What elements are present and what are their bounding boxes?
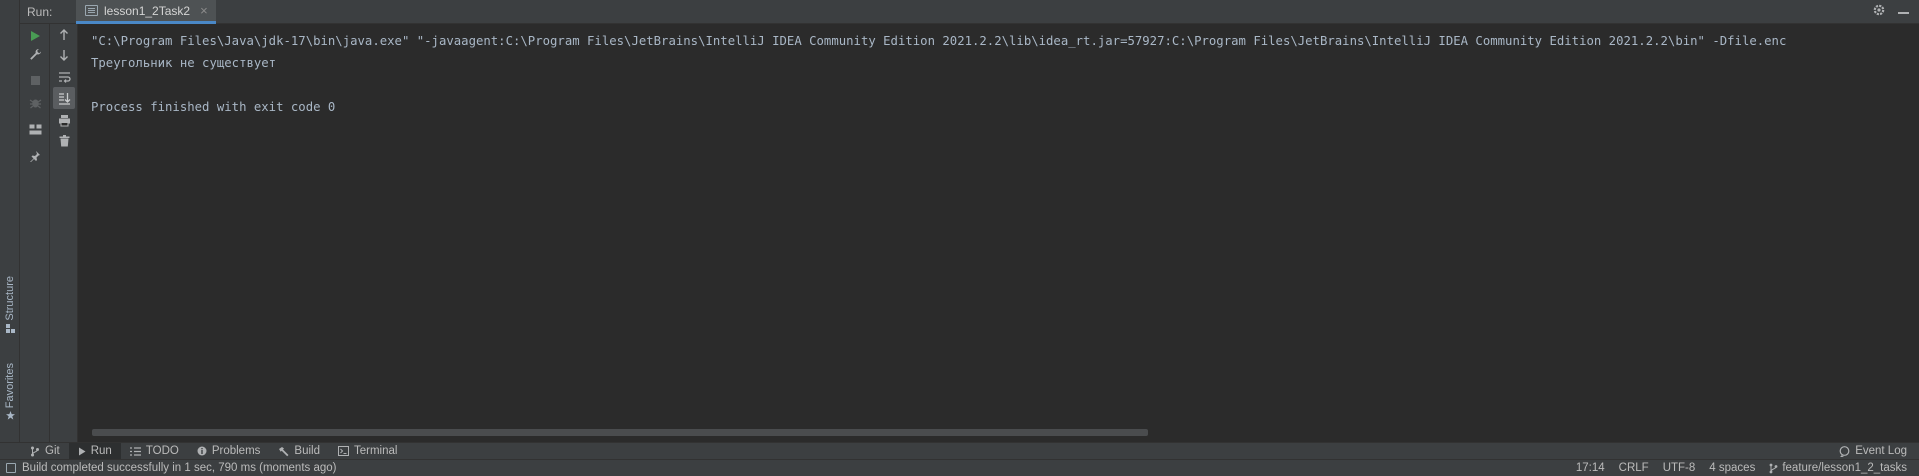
bug-icon (29, 99, 41, 108)
arrow-down-icon (60, 50, 68, 61)
file-encoding[interactable]: UTF-8 (1663, 462, 1696, 474)
scroll-up-button[interactable] (53, 24, 75, 46)
caret-position[interactable]: 17:14 (1576, 462, 1605, 474)
restore-layout-button[interactable] (24, 118, 46, 140)
tool-git-label: Git (45, 445, 60, 457)
console-line: "C:\Program Files\Java\jdk-17\bin\java.e… (91, 34, 1787, 48)
tool-todo-label: TODO (145, 445, 179, 457)
git-branch-icon (31, 446, 39, 456)
left-tool-stripe: Structure Favorites (0, 0, 20, 442)
tool-terminal-label: Terminal (353, 445, 398, 457)
line-separator[interactable]: CRLF (1619, 462, 1649, 474)
tool-run[interactable]: Run (68, 442, 121, 460)
print-button[interactable] (53, 109, 75, 131)
tool-event-log[interactable]: Event Log (1830, 443, 1919, 460)
console-text: "C:\Program Files\Java\jdk-17\bin\java.e… (91, 30, 1786, 118)
info-icon (197, 446, 207, 456)
scroll-to-end-icon (58, 92, 70, 105)
arrow-up-icon (60, 29, 68, 40)
pin-icon (30, 151, 40, 162)
stop-icon (30, 75, 40, 85)
run-config-tab-label: lesson1_2Task2 (104, 3, 191, 18)
soft-wrap-icon (58, 72, 71, 83)
run-header: Run: lesson1_2Task2 × (20, 0, 1919, 24)
run-config-tab[interactable]: lesson1_2Task2 × (76, 0, 216, 24)
tool-window-bar: Git Run TODO Problems Build Terminal Eve… (0, 442, 1919, 460)
debug-button[interactable] (24, 91, 46, 113)
console-output[interactable]: "C:\Program Files\Java\jdk-17\bin\java.e… (78, 24, 1919, 442)
close-icon[interactable]: × (200, 3, 208, 18)
tool-build[interactable]: Build (269, 443, 329, 460)
structure-tab[interactable]: Structure (2, 276, 18, 333)
tool-terminal[interactable]: Terminal (329, 443, 406, 460)
terminal-icon (337, 446, 349, 456)
indent-setting[interactable]: 4 spaces (1709, 462, 1755, 474)
run-label: Run: (27, 5, 53, 19)
git-branch-label: feature/lesson1_2_tasks (1782, 462, 1907, 474)
favorites-tab-label: Favorites (4, 363, 16, 409)
run-actions-toolbar (20, 24, 50, 442)
console-actions-toolbar (50, 24, 78, 442)
console-icon (85, 5, 98, 16)
tool-problems[interactable]: Problems (188, 443, 270, 460)
tool-run-label: Run (90, 445, 112, 457)
tool-event-log-label: Event Log (1855, 445, 1907, 457)
console-line: Process finished with exit code 0 (91, 100, 336, 114)
git-branch-widget[interactable]: feature/lesson1_2_tasks (1769, 462, 1907, 474)
soft-wrap-button[interactable] (53, 66, 75, 88)
play-icon (31, 31, 40, 41)
stop-button[interactable] (24, 69, 46, 91)
horizontal-scrollbar[interactable] (92, 429, 1148, 436)
list-icon (129, 446, 141, 456)
run-tool-window: Structure Favorites Run: lesson1_2Task2 … (0, 0, 1919, 476)
wrench-icon (29, 48, 41, 60)
header-actions (1872, 3, 1909, 17)
tool-build-label: Build (294, 445, 320, 457)
event-log-icon (1839, 445, 1850, 457)
structure-icon (5, 323, 15, 333)
clear-all-button[interactable] (53, 130, 75, 152)
scroll-down-button[interactable] (53, 44, 75, 66)
status-bar: Build completed successfully in 1 sec, 7… (0, 459, 1919, 476)
favorites-tab[interactable]: Favorites (2, 363, 18, 420)
scroll-to-end-button[interactable] (53, 87, 75, 109)
trash-icon (59, 135, 69, 147)
status-widgets: 17:14 CRLF UTF-8 4 spaces feature/lesson… (1576, 462, 1919, 474)
structure-tab-label: Structure (4, 276, 16, 321)
tool-todo[interactable]: TODO (121, 443, 188, 460)
pin-tab-button[interactable] (24, 145, 46, 167)
status-message-area: Build completed successfully in 1 sec, 7… (0, 462, 336, 474)
hammer-icon (279, 446, 289, 456)
git-branch-icon (1769, 463, 1778, 473)
layout-icon (29, 124, 41, 134)
tool-git[interactable]: Git (0, 443, 69, 460)
status-message[interactable]: Build completed successfully in 1 sec, 7… (22, 462, 336, 474)
gear-icon[interactable] (1872, 3, 1886, 17)
minimize-icon[interactable] (1898, 12, 1909, 14)
print-icon (58, 114, 70, 126)
play-icon (78, 447, 86, 455)
star-icon (5, 411, 15, 420)
edit-configuration-button[interactable] (24, 43, 46, 65)
console-line: Треугольник не существует (91, 56, 277, 70)
tool-problems-label: Problems (211, 445, 261, 457)
status-toggle-icon[interactable] (6, 463, 16, 473)
